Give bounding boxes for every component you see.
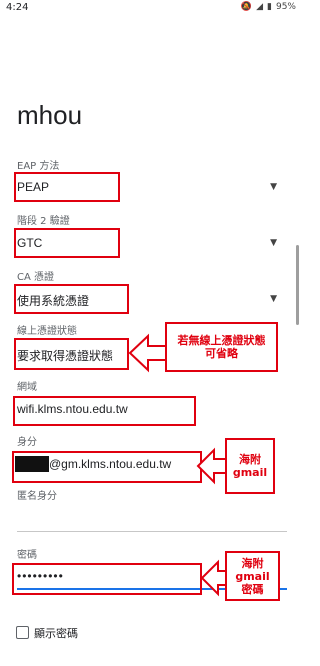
- status-icons: 🔕 ◢ ▮ 95%: [241, 2, 296, 12]
- highlight-phase2: [14, 228, 120, 258]
- callout-password: 海附 gmail 密碼: [225, 551, 280, 601]
- identity-label: 身分: [17, 437, 37, 448]
- highlight-online: [14, 338, 129, 370]
- chevron-down-icon[interactable]: ▼: [270, 294, 277, 304]
- password-label: 密碼: [17, 550, 37, 561]
- callout-arrow-online: [128, 333, 169, 373]
- anon-identity-label: 匿名身分: [17, 491, 57, 502]
- network-name: mhou: [17, 100, 83, 130]
- eap-method-label: EAP 方法: [17, 161, 60, 172]
- anon-identity-underline: [17, 531, 287, 532]
- show-password-label[interactable]: 顯示密碼: [34, 625, 78, 641]
- highlight-eap: [14, 172, 120, 202]
- chevron-down-icon[interactable]: ▼: [270, 238, 277, 248]
- show-password-checkbox[interactable]: [16, 626, 29, 639]
- battery-icon: ▮: [267, 2, 272, 12]
- mute-icon: 🔕: [240, 2, 253, 12]
- chevron-down-icon[interactable]: ▼: [270, 182, 277, 192]
- highlight-password: [12, 563, 202, 595]
- battery-level: 95%: [275, 2, 296, 12]
- online-status-label: 線上憑證狀態: [17, 326, 77, 337]
- domain-label: 網域: [17, 382, 37, 393]
- highlight-identity: [12, 451, 202, 483]
- highlight-domain: [13, 396, 196, 426]
- callout-identity: 海附 gmail: [225, 438, 275, 494]
- status-time: 4:24: [6, 2, 29, 13]
- phase2-auth-label: 階段 2 驗證: [17, 216, 70, 227]
- signal-icon: ◢: [256, 2, 264, 12]
- scrollbar[interactable]: [296, 245, 299, 325]
- callout-online: 若無線上憑證狀態 可省略: [165, 322, 278, 372]
- ca-cert-label: CA 憑證: [17, 272, 55, 283]
- highlight-ca: [14, 284, 129, 314]
- status-bar: 4:24 🔕 ◢ ▮ 95%: [0, 0, 302, 16]
